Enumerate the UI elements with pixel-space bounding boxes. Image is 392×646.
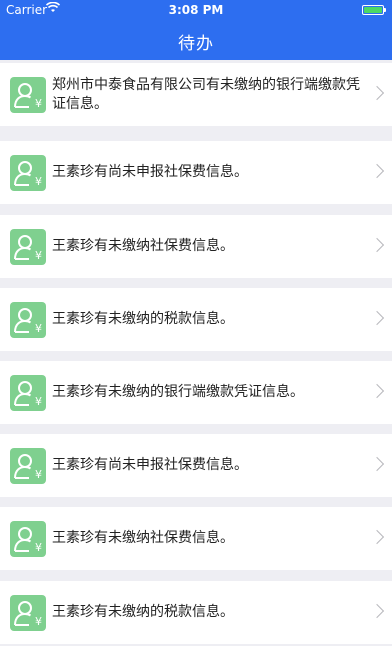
page-title: 待办 [178, 34, 214, 54]
list-item[interactable]: ¥ 王素珍有未缴纳的银行端缴款凭证信息。 [0, 361, 392, 424]
list-item-text: 王素珍有未缴纳社保费信息。 [52, 530, 234, 546]
person-yuan-icon: ¥ [10, 155, 46, 191]
chevron-right-icon [369, 456, 385, 472]
chevron-right-icon [369, 529, 385, 545]
chevron-right-icon [369, 310, 385, 326]
list-item-text: 王素珍有未缴纳社保费信息。 [52, 238, 234, 254]
list-item[interactable]: ¥ 王素珍有未缴纳的税款信息。 [0, 288, 392, 351]
list-item[interactable]: ¥ 王素珍有尚未申报社保费信息。 [0, 434, 392, 497]
chevron-right-icon [369, 163, 385, 179]
battery-icon [362, 5, 386, 15]
svg-text:¥: ¥ [35, 249, 42, 262]
list-item[interactable]: ¥ 王素珍有未缴纳的税款信息。 [0, 581, 392, 644]
person-yuan-icon: ¥ [10, 448, 46, 484]
svg-text:¥: ¥ [35, 468, 42, 481]
svg-text:¥: ¥ [35, 322, 42, 335]
list-item[interactable]: ¥ 王素珍有尚未申报社保费信息。 [0, 141, 392, 204]
chevron-right-icon [369, 237, 385, 253]
chevron-right-icon [369, 603, 385, 619]
person-yuan-icon: ¥ [10, 229, 46, 265]
list-item[interactable]: ¥ 王素珍有未缴纳社保费信息。 [0, 215, 392, 278]
person-yuan-icon: ¥ [10, 595, 46, 631]
chevron-right-icon [369, 383, 385, 399]
list-item[interactable]: ¥ 王素珍有未缴纳社保费信息。 [0, 507, 392, 570]
chevron-right-icon [369, 85, 385, 101]
list-item-text: 王素珍有未缴纳的税款信息。 [52, 604, 234, 620]
list-item-text: 王素珍有尚未申报社保费信息。 [52, 164, 248, 180]
svg-text:¥: ¥ [35, 541, 42, 554]
svg-text:¥: ¥ [35, 395, 42, 408]
list-item-text: 郑州市中泰食品有限公司有未缴纳的银行端缴款凭证信息。 [52, 76, 360, 112]
list-item-text: 王素珍有未缴纳的税款信息。 [52, 311, 234, 327]
person-yuan-icon: ¥ [10, 77, 46, 113]
nav-header: Carrier 3:08 PM 待办 [0, 0, 392, 60]
list-item-text: 王素珍有未缴纳的银行端缴款凭证信息。 [52, 384, 304, 400]
status-bar: Carrier 3:08 PM [0, 0, 392, 20]
person-yuan-icon: ¥ [10, 375, 46, 411]
list-item-text: 王素珍有尚未申报社保费信息。 [52, 457, 248, 473]
status-time: 3:08 PM [168, 3, 224, 17]
person-yuan-icon: ¥ [10, 521, 46, 557]
svg-text:¥: ¥ [35, 175, 42, 188]
list-item[interactable]: ¥ 郑州市中泰食品有限公司有未缴纳的银行端缴款凭证信息。 [0, 63, 392, 126]
svg-text:¥: ¥ [35, 615, 42, 628]
svg-text:¥: ¥ [35, 97, 42, 110]
person-yuan-icon: ¥ [10, 302, 46, 338]
